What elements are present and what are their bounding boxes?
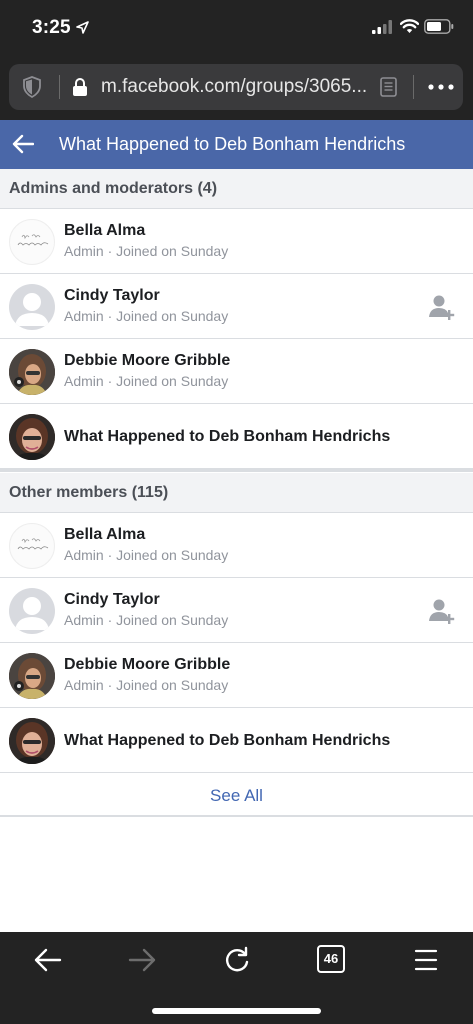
member-meta: Admin · Joined on Sunday	[64, 308, 229, 324]
back-arrow-icon[interactable]	[12, 134, 34, 154]
member-row[interactable]: What Happened to Deb Bonham Hendrichs	[0, 404, 473, 469]
member-name[interactable]: Bella Alma	[64, 526, 145, 544]
address-divider	[413, 75, 414, 99]
url-text[interactable]: m.facebook.com/groups/3065...	[101, 76, 367, 98]
member-name[interactable]: Bella Alma	[64, 222, 145, 240]
page-title: What Happened to Deb Bonham Hendrichs	[59, 134, 406, 154]
member-row[interactable]: Debbie Moore Gribble Admin · Joined on S…	[0, 643, 473, 708]
member-row[interactable]: Bella Alma Admin · Joined on Sunday	[0, 513, 473, 578]
status-bar: 3:25	[0, 0, 473, 56]
avatar[interactable]	[9, 284, 55, 330]
address-divider	[59, 75, 60, 99]
avatar[interactable]	[9, 718, 55, 764]
more-icon[interactable]	[427, 77, 455, 97]
member-meta: Admin · Joined on Sunday	[64, 612, 229, 628]
script-logo-icon	[17, 234, 49, 246]
member-row[interactable]: What Happened to Deb Bonham Hendrichs	[0, 708, 473, 773]
battery-icon	[424, 19, 454, 34]
location-arrow-icon	[76, 21, 89, 34]
profile-photo-icon	[9, 653, 55, 699]
see-all-label[interactable]: See All	[210, 786, 263, 806]
avatar[interactable]	[9, 523, 55, 569]
section-label: Other members (115)	[9, 484, 169, 501]
forward-arrow-icon[interactable]	[127, 946, 157, 974]
avatar[interactable]	[9, 414, 55, 460]
section-label: Admins and moderators (4)	[9, 180, 218, 197]
member-meta: Admin · Joined on Sunday	[64, 243, 229, 259]
avatar[interactable]	[9, 653, 55, 699]
browser-bottom-toolbar: 46	[0, 932, 473, 1024]
group-header: What Happened to Deb Bonham Hendrichs	[0, 120, 473, 169]
reload-icon[interactable]	[222, 946, 252, 974]
default-avatar-icon	[15, 293, 49, 326]
lock-icon	[73, 78, 87, 96]
section-header-members: Other members (115)	[0, 473, 473, 513]
member-row[interactable]: Cindy Taylor Admin · Joined on Sunday	[0, 578, 473, 643]
wifi-icon	[400, 19, 419, 33]
member-name[interactable]: Debbie Moore Gribble	[64, 352, 230, 370]
section-divider	[0, 468, 473, 472]
browser-toolbar: m.facebook.com/groups/3065...	[0, 56, 473, 120]
shield-icon[interactable]	[22, 76, 42, 98]
status-time: 3:25	[32, 17, 71, 38]
home-indicator[interactable]	[152, 1008, 321, 1014]
avatar[interactable]	[9, 349, 55, 395]
see-all-button[interactable]: See All	[0, 774, 473, 817]
tabs-button[interactable]: 46	[317, 945, 345, 973]
member-name[interactable]: Cindy Taylor	[64, 591, 160, 609]
menu-icon[interactable]	[411, 946, 441, 974]
add-friend-icon[interactable]	[428, 597, 456, 625]
profile-photo-icon	[9, 718, 55, 764]
script-logo-icon	[17, 538, 49, 550]
add-friend-icon[interactable]	[428, 293, 456, 321]
profile-photo-icon	[9, 349, 55, 395]
member-meta: Admin · Joined on Sunday	[64, 373, 229, 389]
reader-icon[interactable]	[380, 77, 397, 97]
default-avatar-icon	[15, 597, 49, 630]
member-name[interactable]: What Happened to Deb Bonham Hendrichs	[64, 732, 390, 750]
address-bar[interactable]: m.facebook.com/groups/3065...	[9, 64, 463, 110]
avatar[interactable]	[9, 219, 55, 265]
member-meta: Admin · Joined on Sunday	[64, 677, 229, 693]
member-row[interactable]: Cindy Taylor Admin · Joined on Sunday	[0, 274, 473, 339]
profile-photo-icon	[9, 414, 55, 460]
back-arrow-icon[interactable]	[33, 946, 63, 974]
member-meta: Admin · Joined on Sunday	[64, 547, 229, 563]
member-row[interactable]: Debbie Moore Gribble Admin · Joined on S…	[0, 339, 473, 404]
member-name[interactable]: Debbie Moore Gribble	[64, 656, 230, 674]
member-row[interactable]: Bella Alma Admin · Joined on Sunday	[0, 209, 473, 274]
signal-icon	[372, 20, 392, 34]
member-name[interactable]: What Happened to Deb Bonham Hendrichs	[64, 428, 390, 446]
member-name[interactable]: Cindy Taylor	[64, 287, 160, 305]
avatar[interactable]	[9, 588, 55, 634]
section-header-admins: Admins and moderators (4)	[0, 169, 473, 209]
